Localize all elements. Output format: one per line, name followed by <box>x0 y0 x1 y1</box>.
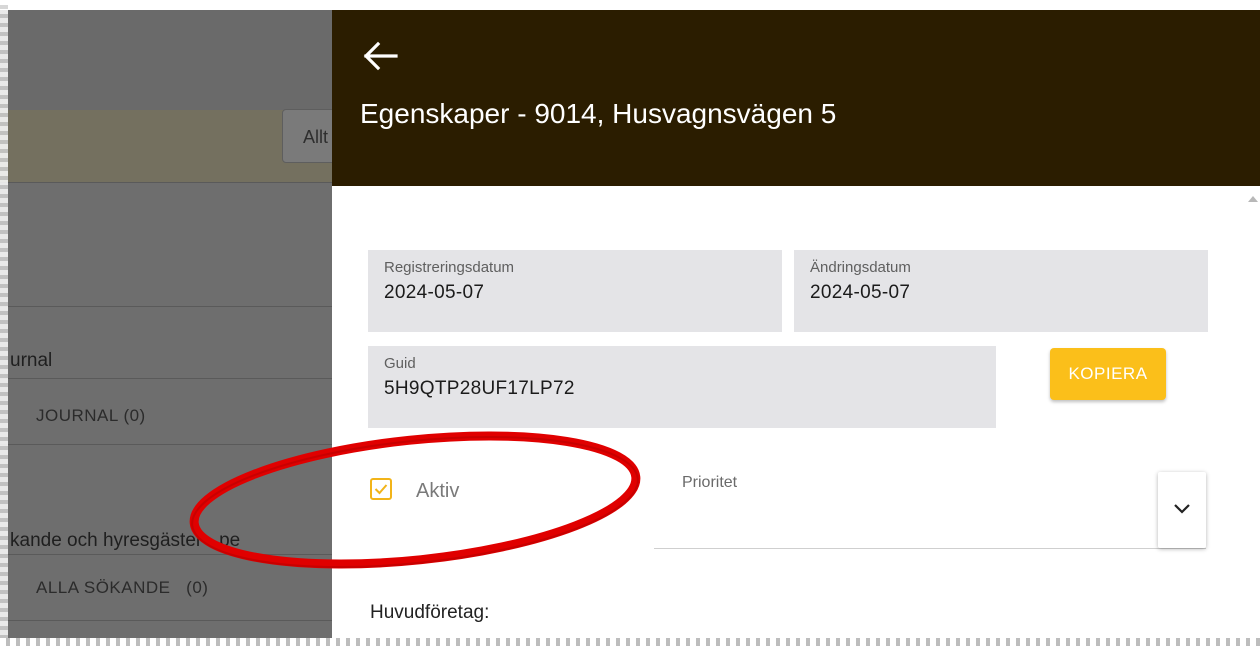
journal-heading: urnal <box>10 350 53 371</box>
modified-date-value: 2024-05-07 <box>810 282 911 303</box>
divider <box>0 444 332 445</box>
background-toolbar <box>0 10 332 110</box>
prioritet-label: Prioritet <box>682 474 738 491</box>
guid-label: Guid <box>384 355 416 372</box>
properties-drawer: Egenskaper - 9014, Husvagnsvägen 5 Regis… <box>332 10 1260 638</box>
prioritet-dropdown-button[interactable] <box>1158 472 1206 548</box>
drawer-title: Egenskaper - 9014, Husvagnsvägen 5 <box>360 98 837 129</box>
torn-edge-bottom <box>0 638 1260 646</box>
background-page: urnal JOURNAL (0) kande och hyresgäster … <box>0 10 332 640</box>
modified-date-label: Ändringsdatum <box>810 259 911 276</box>
applicants-heading: kande och hyresgäster - pe <box>10 530 241 551</box>
divider <box>0 620 332 621</box>
checkmark-icon <box>374 484 388 495</box>
divider <box>0 554 332 555</box>
top-strip <box>0 0 1260 10</box>
divider <box>0 306 332 307</box>
guid-field: Guid 5H9QTP28UF17LP72 <box>368 346 996 428</box>
drawer-header: Egenskaper - 9014, Husvagnsvägen 5 <box>332 10 1260 186</box>
huvudforetag-label: Huvudföretag: <box>370 602 490 623</box>
journal-item[interactable]: JOURNAL (0) <box>36 406 146 426</box>
chevron-down-icon <box>1174 504 1190 514</box>
scroll-up-arrow-icon[interactable] <box>1248 196 1258 202</box>
arrow-left-icon <box>363 41 398 71</box>
modified-date-field: Ändringsdatum 2024-05-07 <box>794 250 1208 332</box>
aktiv-label: Aktiv <box>416 480 460 502</box>
torn-edge-left <box>0 0 8 646</box>
divider <box>0 378 332 379</box>
registration-date-value: 2024-05-07 <box>384 282 485 303</box>
copy-button[interactable]: KOPIERA <box>1050 348 1166 400</box>
back-button[interactable] <box>360 36 404 76</box>
prioritet-select[interactable] <box>654 548 1206 549</box>
divider <box>0 182 332 183</box>
all-applicants-item[interactable]: ALLA SÖKANDE (0) <box>36 578 208 598</box>
aktiv-checkbox[interactable] <box>370 478 392 500</box>
guid-value: 5H9QTP28UF17LP72 <box>384 378 575 399</box>
registration-date-field: Registreringsdatum 2024-05-07 <box>368 250 782 332</box>
registration-date-label: Registreringsdatum <box>384 259 515 276</box>
